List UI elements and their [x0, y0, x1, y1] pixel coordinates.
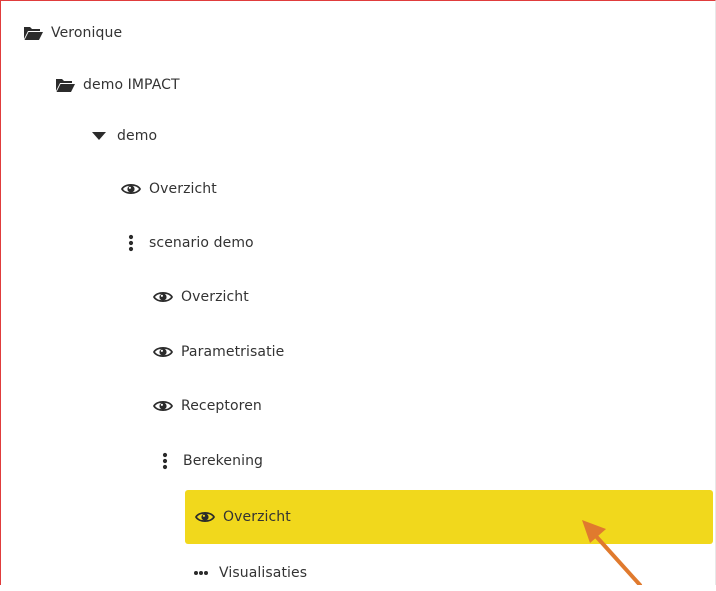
- vertical-dots-icon[interactable]: [155, 451, 175, 471]
- caret-down-icon[interactable]: [89, 126, 109, 146]
- tree-item-label: Visualisaties: [219, 565, 308, 581]
- tree-item-label: Receptoren: [181, 398, 262, 414]
- tree-item-label: demo IMPACT: [83, 77, 180, 93]
- tree-item-label: Overzicht: [181, 289, 249, 305]
- eye-icon: [153, 396, 173, 416]
- tree-item-parametrisatie[interactable]: Parametrisatie: [153, 334, 284, 370]
- tree-item-label: Overzicht: [149, 181, 217, 197]
- tree-item-label: Overzicht: [223, 509, 291, 525]
- horizontal-dots-icon[interactable]: [191, 563, 211, 583]
- tree-item-receptoren[interactable]: Receptoren: [153, 388, 262, 424]
- tree-item-visualisaties[interactable]: Visualisaties: [191, 555, 307, 591]
- folder-open-icon: [23, 23, 43, 43]
- tree-item-overzicht-berekening-selected[interactable]: Overzicht: [185, 490, 713, 544]
- tree-item-label: Berekening: [183, 453, 264, 469]
- tree-item-label: Veronique: [51, 25, 123, 41]
- eye-icon: [121, 179, 141, 199]
- eye-icon: [153, 287, 173, 307]
- tree-item-scenario-demo[interactable]: scenario demo: [121, 225, 254, 261]
- tree-item-label: scenario demo: [149, 235, 254, 251]
- tree-item-demo[interactable]: demo: [89, 118, 157, 154]
- folder-open-icon: [55, 75, 75, 95]
- tree-item-label: demo: [117, 128, 158, 144]
- tree-item-demo-impact[interactable]: demo IMPACT: [55, 67, 180, 103]
- tree-item-overzicht-scenario[interactable]: Overzicht: [153, 279, 249, 315]
- tree-item-berekening[interactable]: Berekening: [155, 443, 263, 479]
- eye-icon: [153, 342, 173, 362]
- tree-panel: Veronique demo IMPACT demo Overzicht sce…: [0, 0, 716, 585]
- tree-item-veronique[interactable]: Veronique: [23, 15, 122, 51]
- eye-icon: [195, 507, 215, 527]
- vertical-dots-icon[interactable]: [121, 233, 141, 253]
- tree-item-overzicht-demo[interactable]: Overzicht: [121, 171, 217, 207]
- tree-item-label: Parametrisatie: [181, 344, 285, 360]
